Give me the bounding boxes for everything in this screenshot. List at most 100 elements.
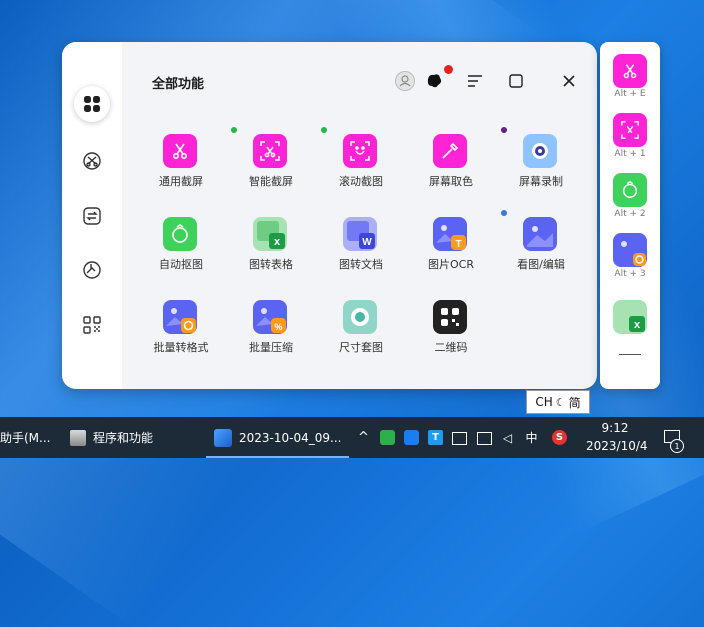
taskbar-item-label: 2023-10-04_09... [239,430,342,445]
time: 9:12 [601,421,629,435]
batch-compress-icon: % [253,300,287,334]
svg-text:%: % [274,322,282,332]
tile-image-to-excel[interactable]: x 图转表格 [231,213,311,285]
tile-size-template[interactable]: 尺寸套图 [321,296,401,368]
tile-label: 图片OCR [428,258,474,271]
all-features-panel: 全部功能 通用截屏 智能截屏 滚动截图 屏幕取色 屏幕录制 自动抠图 x 图转表… [62,42,597,389]
avatar-icon [395,71,415,91]
tile-batch-convert[interactable]: 批量转格式 [141,296,221,368]
tile-view-edit[interactable]: 看图/编辑 [501,210,581,285]
page-title: 全部功能 [152,77,205,92]
status-dot [501,210,507,216]
status-dot [321,127,327,133]
tile-image-to-word[interactable]: W 图转文档 [321,213,401,285]
tile-label: 滚动截图 [339,175,383,188]
cutout-icon [163,217,197,251]
quick-toolbar: Alt + E Alt + 1 Alt + 2 Alt + 3 x [600,42,660,389]
size-template-icon [343,300,377,334]
pen-tray-icon[interactable] [404,430,419,445]
rail-convert[interactable] [76,200,108,232]
sort-icon [468,75,482,87]
ime-lang: CH [535,395,553,409]
svg-text:W: W [362,237,372,248]
display-icon[interactable] [477,432,492,445]
tile-label: 智能截屏 [249,175,293,188]
sort-button[interactable] [464,70,486,92]
batch-convert-icon [621,241,646,266]
tile-label: 屏幕录制 [519,175,563,188]
taskbar-item-label: 助手(M... [0,431,51,445]
skin-button[interactable] [424,65,453,92]
tile-smart-screenshot[interactable]: 智能截屏 [231,127,311,202]
tile-label: 批量转格式 [153,341,209,354]
tile-batch-compress[interactable]: % 批量压缩 [231,296,311,368]
close-button[interactable] [558,70,580,92]
tile-general-screenshot[interactable]: 通用截屏 [141,130,221,202]
clock[interactable]: 9:12 2023/10/4 [586,419,648,455]
tile-label: 自动抠图 [159,258,203,271]
notification-button[interactable]: 1 [660,425,686,453]
taskbar-item-programs[interactable]: 程序和功能 [70,417,153,458]
rail-apps[interactable] [76,309,108,341]
photo-icon [214,428,232,447]
scissor-circle-icon [83,152,101,170]
side-rail [62,42,122,389]
divider [619,354,641,355]
programs-icon [70,429,86,446]
tile-label: 图转表格 [249,258,293,271]
quick-cutout-button[interactable] [613,173,647,207]
word-icon: W [343,217,377,251]
tile-screen-record[interactable]: 屏幕录制 [501,127,581,202]
ime-tooltip: CH ☾ 简 [526,390,590,414]
quick-excel-button[interactable]: x [613,300,647,334]
excel-icon: x [629,316,645,332]
palette-icon [83,261,101,279]
date: 2023/10/4 [586,439,648,453]
smart-scissor-icon [253,134,287,168]
tile-qr-code[interactable]: 二维码 [411,296,491,368]
notification-count: 1 [670,439,684,453]
quick-screenshot-button[interactable] [613,54,647,88]
tile-image-ocr[interactable]: T 图片OCR [411,213,491,285]
volume-icon[interactable]: ◁ [500,430,515,445]
avatar-button[interactable] [394,70,416,92]
rail-all-features[interactable] [74,86,110,122]
tile-label: 二维码 [434,341,468,354]
qr-code-icon [433,300,467,334]
window-button[interactable] [505,70,527,92]
scroll-capture-icon [343,134,377,168]
image-viewer-icon [523,217,557,251]
rail-screenshot[interactable] [76,145,108,177]
tile-label: 通用截屏 [159,175,203,188]
apps-icon [83,316,101,334]
text-tray-icon[interactable]: T [428,430,443,445]
taskbar-item-app1[interactable]: 助手(M... [0,417,50,458]
ocr-icon: T [433,217,467,251]
taskbar-item-image[interactable]: 2023-10-04_09... [206,417,350,458]
skin-icon [427,74,442,88]
chevron-up-icon[interactable]: ^ [356,430,371,445]
quick-batch-convert-button[interactable] [613,233,647,267]
tile-label: 看图/编辑 [517,258,565,271]
eyedropper-icon [433,134,467,168]
tile-scroll-screenshot[interactable]: 滚动截图 [321,127,401,202]
status-dot [231,127,237,133]
cutout-icon [622,180,638,198]
shortcut-label: Alt + 1 [614,149,646,159]
sogou-icon[interactable]: S [552,430,567,445]
tile-color-picker[interactable]: 屏幕取色 [411,130,491,202]
tile-label: 图转文档 [339,258,383,271]
taskbar: 助手(M... 程序和功能 2023-10-04_09... ^ T ◁ 中 S… [0,417,704,458]
ime-indicator[interactable]: 中 [524,430,539,445]
scissor-icon [163,134,197,168]
taskbar-item-label: 程序和功能 [93,431,154,445]
tile-auto-cutout[interactable]: 自动抠图 [141,213,221,285]
rail-edit[interactable] [76,254,108,286]
svg-text:x: x [274,236,281,248]
moon-icon: ☾ [555,395,566,409]
network-icon[interactable] [452,432,467,445]
wechat-tray-icon[interactable] [380,430,395,445]
all-features-icon [84,96,100,112]
excel-icon: x [253,217,287,251]
quick-smart-screenshot-button[interactable] [613,113,647,147]
